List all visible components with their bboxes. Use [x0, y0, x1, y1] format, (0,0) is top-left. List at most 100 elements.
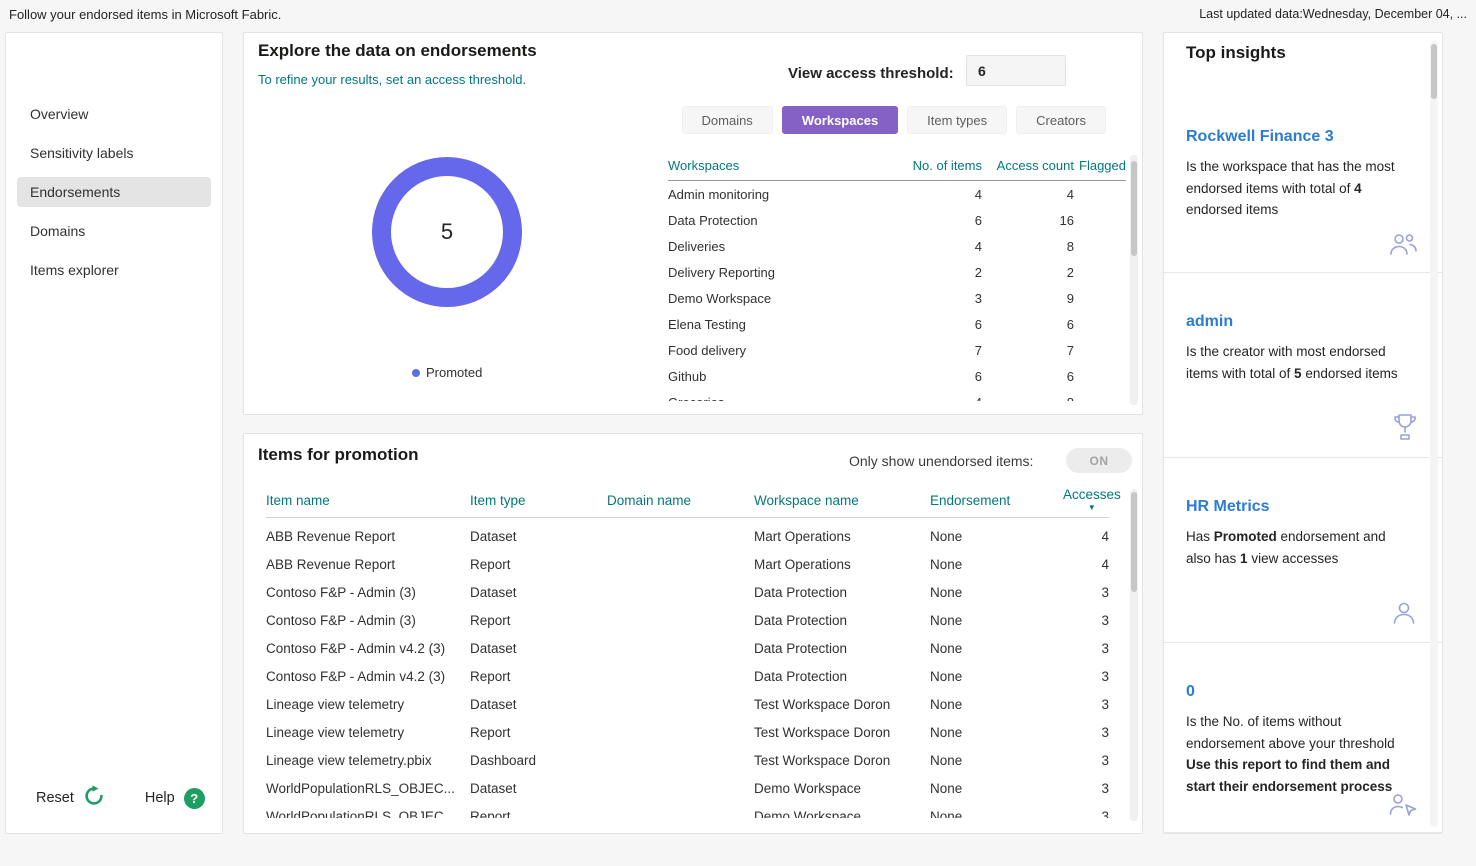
- cell: 3: [1101, 808, 1109, 819]
- cell: None: [930, 668, 963, 684]
- cell: Contoso F&P - Admin (3): [266, 584, 416, 600]
- workspaces-table-scrollbar[interactable]: [1130, 155, 1138, 405]
- column-header-item-type[interactable]: Item type: [470, 493, 607, 508]
- scrollbar-thumb[interactable]: [1131, 492, 1137, 592]
- cell: Test Workspace Doron: [754, 696, 891, 712]
- sidebar-item-endorsements[interactable]: Endorsements: [17, 177, 211, 207]
- workspace-row[interactable]: Food delivery 7 7: [668, 337, 1126, 363]
- cell: 4: [1101, 556, 1109, 572]
- threshold-input[interactable]: [966, 55, 1066, 86]
- sidebar-footer: Reset Help ?: [36, 785, 205, 811]
- top-insights-panel: Top insights Rockwell Finance 3 Is the w…: [1163, 32, 1443, 834]
- sidebar-nav: Overview Sensitivity labels Endorsements…: [6, 99, 222, 285]
- cell: 3: [1101, 752, 1109, 768]
- pivot-tabs: Domains Workspaces Item types Creators: [681, 106, 1106, 134]
- sidebar-item-items-explorer[interactable]: Items explorer: [17, 255, 211, 285]
- workspace-row[interactable]: Admin monitoring 4 4: [668, 181, 1126, 207]
- sidebar-item-overview[interactable]: Overview: [17, 99, 211, 129]
- insight-link[interactable]: admin: [1186, 313, 1233, 331]
- donut-legend: Promoted: [412, 365, 482, 380]
- promotion-row[interactable]: ABB Revenue Report Report Mart Operations N…: [266, 550, 1109, 578]
- cell: 3: [974, 290, 982, 306]
- workspace-row[interactable]: Groceries48: [668, 389, 1126, 402]
- help-button[interactable]: Help ?: [145, 787, 205, 809]
- cell: 6: [1066, 368, 1074, 384]
- cell: 3: [1101, 584, 1109, 600]
- promotion-row[interactable]: Lineage view telemetry Report Test Workspa…: [266, 718, 1109, 746]
- cell: None: [930, 808, 963, 819]
- insight-link[interactable]: 0: [1186, 683, 1195, 701]
- top-bar: Follow your endorsed items in Microsoft …: [0, 0, 1476, 28]
- scrollbar-thumb[interactable]: [1131, 161, 1137, 256]
- column-header-domain-name[interactable]: Domain name: [607, 493, 754, 508]
- insight-link[interactable]: Rockwell Finance 3: [1186, 128, 1334, 146]
- cell: Lineage view telemetry: [266, 724, 405, 740]
- promotion-row[interactable]: WorldPopulationRLS_OBJEC... Report Demo Wo…: [266, 802, 1109, 819]
- tab-domains[interactable]: Domains: [681, 106, 773, 134]
- tab-creators[interactable]: Creators: [1016, 106, 1106, 134]
- cell: 3: [1101, 696, 1109, 712]
- last-updated-text: Last updated data:Wednesday, December 04…: [1199, 7, 1467, 21]
- cell: None: [930, 640, 963, 656]
- sidebar-item-label: Items explorer: [30, 262, 119, 278]
- donut-ring: 5: [372, 157, 522, 307]
- workspace-row[interactable]: Delivery Reporting 2 2: [668, 259, 1126, 285]
- column-header-no-of-items[interactable]: No. of items: [892, 158, 982, 173]
- workspace-row[interactable]: Github 6 6: [668, 363, 1126, 389]
- column-header-endorsement[interactable]: Endorsement: [930, 493, 1063, 508]
- column-header-item-name[interactable]: Item name: [266, 493, 470, 508]
- donut-center-value: 5: [440, 219, 454, 244]
- insight-body: Is the workspace that has the most endor…: [1186, 156, 1408, 221]
- cell: Contoso F&P - Admin v4.2 (3): [266, 640, 446, 656]
- column-header-accesses[interactable]: Accesses ▼: [1063, 487, 1121, 513]
- column-header-workspaces[interactable]: Workspaces: [668, 158, 892, 173]
- cell: 8: [982, 395, 1074, 402]
- insight-promoted-item: HR Metrics Has Promoted endorsement and …: [1164, 458, 1442, 643]
- sidebar-item-domains[interactable]: Domains: [17, 216, 211, 246]
- promotion-row[interactable]: Contoso F&P - Admin (3) Dataset Data Prote…: [266, 578, 1109, 606]
- insight-text: Is the workspace that has the most endor…: [1186, 159, 1395, 196]
- help-icon: ?: [183, 787, 205, 809]
- tab-workspaces[interactable]: Workspaces: [781, 106, 899, 134]
- insights-scrollbar[interactable]: [1430, 41, 1438, 827]
- sidebar-item-label: Sensitivity labels: [30, 145, 134, 161]
- scrollbar-thumb[interactable]: [1431, 44, 1437, 99]
- explore-subtitle: To refine your results, set an access th…: [258, 72, 527, 87]
- workspace-row[interactable]: Demo Workspace 3 9: [668, 285, 1126, 311]
- unendorsed-filter-label: Only show unendorsed items:: [849, 453, 1034, 469]
- workspace-row[interactable]: Deliveries 4 8: [668, 233, 1126, 259]
- endorsement-donut-chart[interactable]: 5: [372, 157, 522, 307]
- cell: Data Protection: [668, 212, 758, 228]
- promotion-table-scrollbar[interactable]: [1130, 489, 1138, 821]
- cell: None: [930, 724, 963, 740]
- insight-link[interactable]: HR Metrics: [1186, 498, 1270, 516]
- cell: Test Workspace Doron: [754, 724, 891, 740]
- column-header-access-count[interactable]: Access count: [982, 158, 1074, 173]
- cell: Report: [470, 808, 511, 819]
- tab-item-types[interactable]: Item types: [907, 106, 1008, 134]
- cell: Dataset: [470, 640, 517, 656]
- cell: Elena Testing: [668, 316, 746, 332]
- column-header-workspace-name[interactable]: Workspace name: [754, 493, 930, 508]
- column-header-flagged[interactable]: Flagged: [1074, 158, 1126, 173]
- sidebar-item-sensitivity-labels[interactable]: Sensitivity labels: [17, 138, 211, 168]
- promotion-row[interactable]: Contoso F&P - Admin (3) Report Data Protec…: [266, 606, 1109, 634]
- reset-button[interactable]: Reset: [36, 785, 105, 811]
- promotion-row[interactable]: Lineage view telemetry.pbix Dashboard Test…: [266, 746, 1109, 774]
- promotion-row[interactable]: WorldPopulationRLS_OBJEC... Dataset Demo W…: [266, 774, 1109, 802]
- cell: Lineage view telemetry: [266, 696, 405, 712]
- promotion-row[interactable]: Contoso F&P - Admin v4.2 (3) Dataset Data …: [266, 634, 1109, 662]
- workspace-row[interactable]: Elena Testing 6 6: [668, 311, 1126, 337]
- sidebar-item-label: Domains: [30, 223, 86, 239]
- unendorsed-toggle[interactable]: ON: [1066, 448, 1132, 473]
- workspace-row[interactable]: Data Protection 6 16: [668, 207, 1126, 233]
- promotion-row[interactable]: Lineage view telemetry Dataset Test Worksp…: [266, 690, 1109, 718]
- insight-text: Has: [1186, 529, 1214, 544]
- cell: 3: [1101, 780, 1109, 796]
- promotion-row[interactable]: Contoso F&P - Admin v4.2 (3) Report Data P…: [266, 662, 1109, 690]
- insight-body: Is the creator with most endorsed items …: [1186, 341, 1408, 384]
- insight-highlight: 5: [1294, 365, 1302, 381]
- cell: None: [930, 556, 963, 572]
- cell: None: [930, 528, 963, 544]
- promotion-row[interactable]: ABB Revenue Report Dataset Mart Operations…: [266, 522, 1109, 550]
